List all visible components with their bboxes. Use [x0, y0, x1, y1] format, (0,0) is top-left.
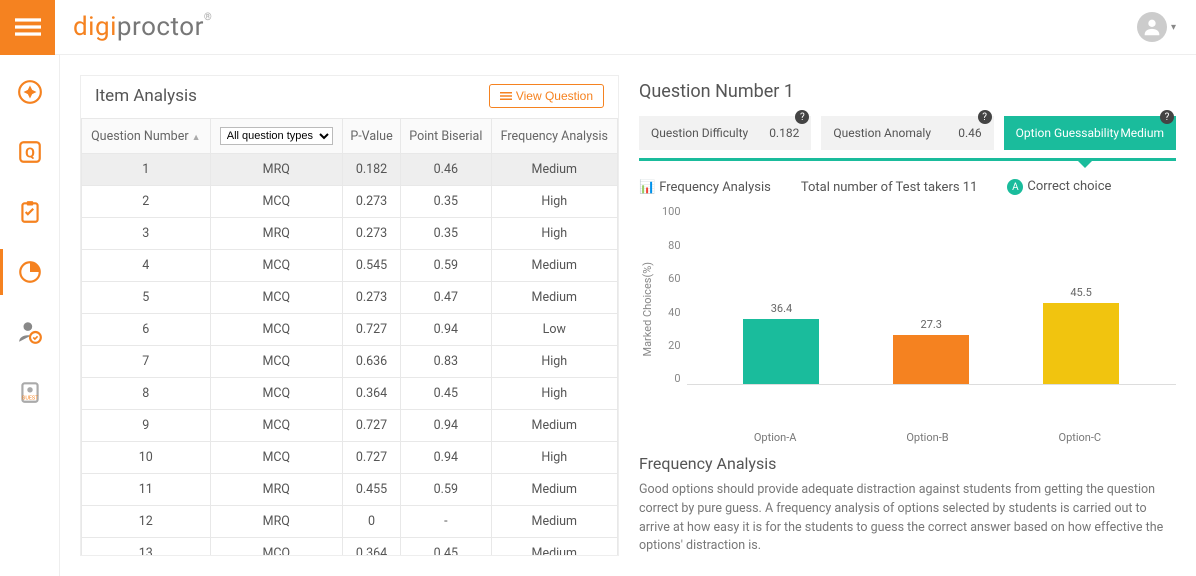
bar-chart-icon: 📊 [639, 180, 655, 195]
chart-bar: 27.3 [881, 318, 981, 384]
view-question-button[interactable]: View Question [489, 84, 604, 108]
table-row[interactable]: 1MRQ0.1820.46Medium [82, 154, 618, 186]
correct-choice-badge: A [1007, 179, 1023, 195]
help-icon[interactable]: ? [978, 110, 992, 124]
chevron-down-icon: ▾ [1171, 22, 1176, 33]
question-type-filter[interactable]: All question types [220, 127, 333, 145]
col-p-value[interactable]: P-Value [342, 119, 400, 154]
user-avatar-menu[interactable]: ▾ [1137, 12, 1176, 42]
avatar-icon [1137, 12, 1167, 42]
item-analysis-title: Item Analysis [95, 86, 197, 106]
y-axis-label: Marked Choices(%) [639, 205, 656, 413]
col-question-type[interactable]: All question types [210, 119, 342, 154]
col-question-number[interactable]: Question Number▲ [82, 119, 211, 154]
chart-bar: 36.4 [731, 302, 831, 385]
menu-hamburger-button[interactable] [0, 0, 55, 55]
frequency-bar-chart: Marked Choices(%) 100806040200 36.427.34… [639, 205, 1176, 413]
sidebar-item-compass[interactable] [13, 75, 47, 109]
frequency-analysis-label: 📊Frequency Analysis [639, 180, 771, 195]
pie-chart-icon [17, 259, 43, 285]
frequency-section-body: Good options should provide adequate dis… [639, 481, 1176, 556]
selected-stat-indicator [639, 158, 1176, 161]
sidebar-item-clipboard[interactable] [13, 195, 47, 229]
svg-text:Q: Q [25, 145, 35, 161]
chart-bar: 45.5 [1031, 286, 1131, 385]
correct-choice-label: ACorrect choice [1007, 179, 1111, 196]
stat-anomaly: Question Anomaly 0.46 ? [821, 116, 993, 150]
question-card-icon: Q [17, 139, 43, 165]
clipboard-check-icon [17, 199, 43, 225]
table-row[interactable]: 2MCQ0.2730.35High [82, 186, 618, 218]
sidebar-item-piechart[interactable] [13, 255, 47, 289]
compass-icon [17, 79, 43, 105]
question-detail-panel: Question Number 1 Question Difficulty 0.… [639, 75, 1176, 556]
table-row[interactable]: 11MRQ0.4550.59Medium [82, 474, 618, 506]
table-row[interactable]: 3MRQ0.2730.35High [82, 218, 618, 250]
help-icon[interactable]: ? [795, 110, 809, 124]
table-row[interactable]: 6MCQ0.7270.94Low [82, 314, 618, 346]
table-row[interactable]: 9MCQ0.7270.94Medium [82, 410, 618, 442]
table-row[interactable]: 8MCQ0.3640.45High [82, 378, 618, 410]
item-analysis-panel: Item Analysis View Question Question Num… [80, 75, 619, 556]
table-row[interactable]: 12MRQ0-Medium [82, 506, 618, 538]
question-number-title: Question Number 1 [639, 75, 1176, 116]
table-row[interactable]: 10MCQ0.7270.94High [82, 442, 618, 474]
sidebar-item-guest[interactable]: GUEST [13, 375, 47, 409]
stat-guessability: Option Guessability Medium ? [1004, 116, 1176, 150]
user-edit-icon [17, 319, 43, 345]
sidebar-item-user[interactable] [13, 315, 47, 349]
frequency-section-title: Frequency Analysis [639, 454, 1176, 473]
col-frequency-analysis[interactable]: Frequency Analysis [491, 119, 617, 154]
brand-logo: digiproctor® [73, 12, 212, 42]
col-point-biserial[interactable]: Point Biserial [401, 119, 491, 154]
sidebar-item-questions[interactable]: Q [13, 135, 47, 169]
list-icon [500, 90, 512, 102]
table-row[interactable]: 13MCQ0.3640.45Medium [82, 538, 618, 556]
help-icon[interactable]: ? [1160, 110, 1174, 124]
table-row[interactable]: 4MCQ0.5450.59Medium [82, 250, 618, 282]
sidebar-nav: Q GUEST [0, 55, 60, 576]
hamburger-icon [15, 14, 41, 40]
table-row[interactable]: 5MCQ0.2730.47Medium [82, 282, 618, 314]
total-test-takers: Total number of Test takers 11 [801, 180, 978, 195]
item-analysis-table: Question Number▲ All question types P-Va… [81, 118, 618, 555]
badge-icon: GUEST [17, 379, 43, 405]
stat-difficulty: Question Difficulty 0.182 ? [639, 116, 811, 150]
table-row[interactable]: 7MCQ0.6360.83High [82, 346, 618, 378]
svg-text:GUEST: GUEST [21, 396, 38, 402]
